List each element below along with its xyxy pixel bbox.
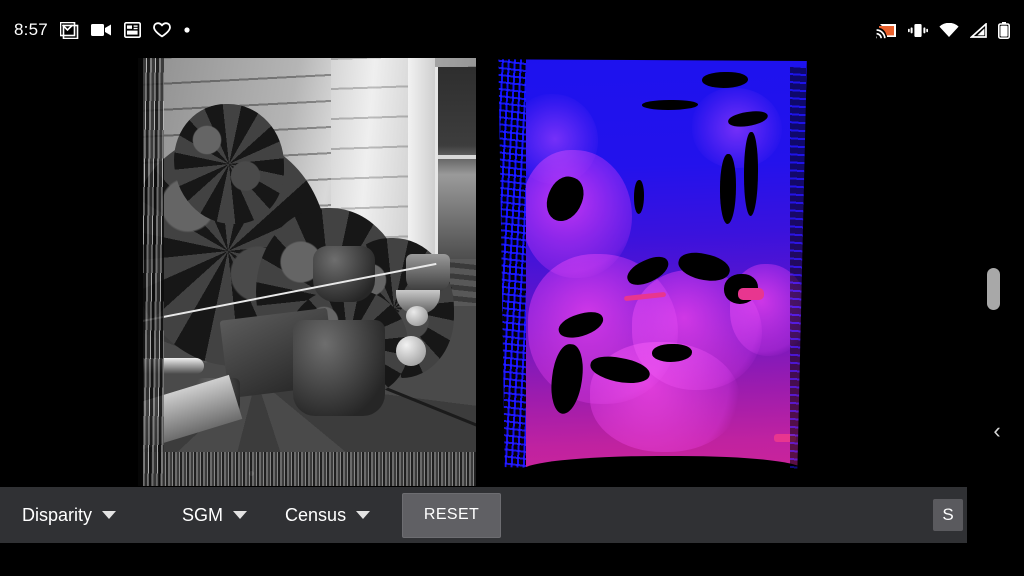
vibrate-icon [908, 23, 928, 38]
bottom-control-bar: Disparity SGM Census RESET S [0, 487, 967, 543]
cost-metric-spinner[interactable]: Census [285, 487, 371, 543]
image-left-border [138, 58, 143, 486]
disparity-invalid-region [744, 132, 758, 216]
more-dot-icon [183, 26, 191, 34]
vertical-scrollbar-thumb[interactable] [987, 268, 1000, 310]
video-camera-icon [90, 23, 112, 37]
calendar-icon [123, 21, 141, 39]
rectified-grayscale-image[interactable] [138, 58, 476, 486]
white-ball-planter [396, 336, 426, 366]
cast-icon [873, 22, 897, 39]
status-bar-right [873, 21, 1010, 39]
ceramic-jar [313, 246, 375, 302]
disparity-map-content [498, 59, 807, 474]
save-button[interactable]: S [933, 499, 963, 531]
disparity-invalid-region [642, 100, 698, 110]
disparity-left-occlusion-band [498, 59, 526, 474]
window [435, 66, 476, 264]
disparity-right-noise-band [790, 66, 806, 474]
back-chevron-icon[interactable]: ‹ [986, 418, 1008, 444]
battery-icon [998, 21, 1010, 39]
algorithm-label: SGM [182, 504, 224, 525]
disparity-mid-region [692, 88, 782, 168]
disparity-regions [498, 59, 807, 474]
disparity-invalid-region [634, 180, 644, 214]
cost-metric-label: Census [285, 504, 347, 525]
disparity-map-image[interactable] [484, 56, 814, 486]
algorithm-spinner[interactable]: SGM [182, 487, 248, 543]
small-pot [406, 254, 450, 292]
disparity-outlier-streak [738, 288, 764, 300]
disparity-invalid-region [702, 72, 748, 88]
grayscale-photo-content [138, 58, 476, 486]
view-mode-label: Disparity [22, 504, 93, 525]
view-mode-spinner[interactable]: Disparity [22, 487, 117, 543]
disparity-invalid-region [720, 154, 736, 224]
large-pot [293, 320, 385, 416]
chevron-down-icon [233, 511, 248, 519]
status-clock: 8:57 [14, 20, 48, 39]
image-bottom-artifact [138, 452, 476, 486]
heart-icon [152, 22, 171, 38]
chevron-down-icon [102, 511, 117, 519]
wifi-icon [939, 22, 959, 38]
cell-signal-icon [969, 21, 987, 38]
disparity-invalid-region [522, 456, 802, 474]
chevron-down-icon [356, 511, 371, 519]
white-ball-planter [406, 306, 428, 326]
status-bar-left: 8:57 [14, 20, 191, 40]
reset-button[interactable]: RESET [402, 492, 502, 538]
gmail-icon [59, 21, 79, 39]
status-bar: 8:57 [0, 0, 1024, 60]
app-screen: 8:57 ‹ Disparity SGM Census RESET S [0, 0, 1024, 576]
